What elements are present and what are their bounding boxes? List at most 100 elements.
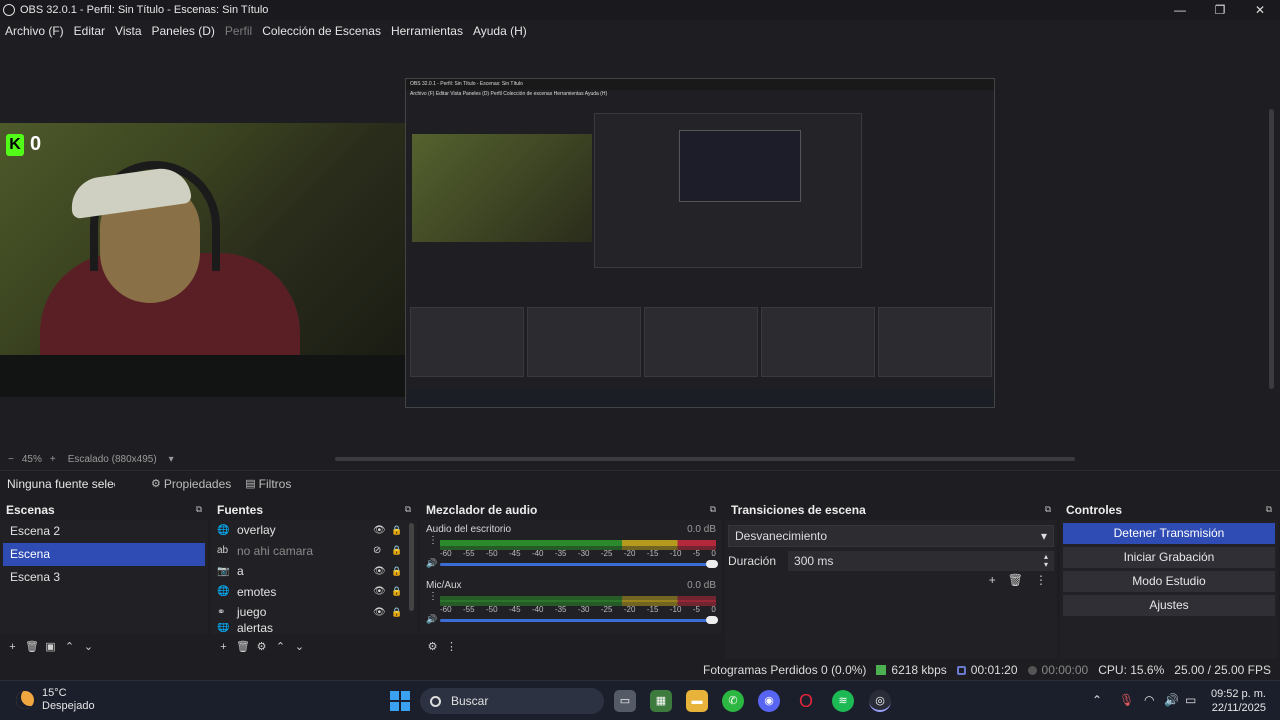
zoom-out-button[interactable]: −	[8, 454, 14, 465]
eye-hidden-icon[interactable]: ⊘	[373, 545, 381, 556]
move-up-icon[interactable]: ⌃	[63, 640, 76, 653]
record-time-value: 00:00:00	[1041, 663, 1089, 677]
undock-icon[interactable]: ⧉	[710, 504, 716, 515]
slider-knob[interactable]	[706, 616, 718, 624]
lock-icon[interactable]: 🔒	[391, 607, 402, 618]
windows-start-icon[interactable]	[390, 691, 410, 711]
sources-scrollbar[interactable]	[409, 523, 414, 611]
menu-archivo[interactable]: Archivo (F)	[5, 24, 64, 38]
obs-taskbar-icon[interactable]: ◎	[869, 690, 891, 712]
preview-canvas[interactable]: K 0 OBS 32.0.1 - Perfil: Sin Título - Es…	[0, 41, 1280, 451]
advanced-audio-icon[interactable]: ⚙	[426, 640, 439, 653]
volume-slider[interactable]	[440, 616, 718, 624]
eye-icon[interactable]: 👁	[373, 607, 386, 618]
preview-horizontal-scrollbar[interactable]	[335, 457, 1075, 461]
undock-icon[interactable]: ⧉	[196, 504, 202, 515]
mixer-menu-icon[interactable]: ⋮	[445, 640, 458, 653]
spotify-icon[interactable]: ≋	[832, 690, 854, 712]
menu-ayuda[interactable]: Ayuda (H)	[473, 24, 527, 38]
task-view-icon[interactable]: ▭	[614, 690, 636, 712]
source-item[interactable]: ab no ahi camara ⊘ 🔒	[211, 541, 417, 562]
slider-knob[interactable]	[706, 560, 718, 568]
battery-icon[interactable]: ▭	[1185, 693, 1196, 707]
menu-paneles[interactable]: Paneles (D)	[152, 24, 215, 38]
clock[interactable]: 09:52 p. m. 22/11/2025	[1211, 687, 1266, 715]
source-item[interactable]: 🌐 emotes 👁 🔒	[211, 582, 417, 603]
duration-input[interactable]: 300 ms ▴ ▾	[788, 551, 1054, 571]
wifi-icon[interactable]: ◠	[1144, 693, 1154, 707]
spinner-icon[interactable]: ▴ ▾	[1044, 553, 1048, 569]
source-item[interactable]: ⚭ juego 👁 🔒	[211, 602, 417, 623]
stream-time: 00:01:20	[956, 663, 1018, 677]
close-button[interactable]: ✕	[1240, 0, 1280, 20]
lock-icon[interactable]: 🔒	[391, 545, 402, 556]
start-recording-button[interactable]: Iniciar Grabación	[1063, 547, 1275, 568]
discord-icon[interactable]: ◉	[758, 690, 780, 712]
menu-herramientas[interactable]: Herramientas	[391, 24, 463, 38]
scene-item[interactable]: Escena 2	[3, 520, 205, 543]
lock-icon[interactable]: 🔒	[391, 566, 402, 577]
source-item[interactable]: 🌐 alertas	[211, 623, 417, 633]
speaker-icon[interactable]: 🔊	[426, 614, 437, 625]
add-transition-icon[interactable]: +	[989, 573, 996, 587]
delete-transition-icon[interactable]: 🗑	[1008, 573, 1023, 587]
scene-item-selected[interactable]: Escena	[3, 543, 205, 566]
stop-streaming-button[interactable]: Detener Transmisión	[1063, 523, 1275, 544]
kebab-menu-icon[interactable]: ⋮	[428, 536, 438, 546]
undock-icon[interactable]: ⧉	[405, 504, 411, 515]
lock-icon[interactable]: 🔒	[391, 586, 402, 597]
scale-tick: -50	[485, 605, 498, 614]
network-status-icon	[876, 665, 887, 675]
taskbar-search[interactable]: Buscar	[420, 688, 604, 714]
minimize-button[interactable]: —	[1160, 0, 1200, 20]
chevron-down-icon: ▾	[1040, 529, 1047, 543]
move-down-icon[interactable]: ⌄	[82, 640, 95, 653]
volume-slider[interactable]	[440, 560, 718, 568]
speaker-icon[interactable]: 🔊	[426, 558, 437, 569]
properties-button[interactable]: ⚙ Propiedades	[151, 477, 231, 491]
kebab-menu-icon[interactable]: ⋮	[428, 592, 438, 602]
menu-editar[interactable]: Editar	[74, 24, 105, 38]
lock-icon[interactable]: 🔒	[391, 525, 402, 536]
delete-scene-icon[interactable]: 🗑	[25, 640, 39, 653]
menu-coleccion-escenas[interactable]: Colección de Escenas	[262, 24, 381, 38]
eye-icon[interactable]: 👁	[373, 586, 386, 597]
minecraft-icon[interactable]: ▦	[650, 690, 672, 712]
scene-filters-icon[interactable]: ▣	[44, 640, 57, 653]
file-explorer-icon[interactable]: ▬	[686, 690, 708, 712]
eye-icon[interactable]: 👁	[373, 566, 386, 577]
studio-mode-button[interactable]: Modo Estudio	[1063, 571, 1275, 592]
zoom-in-button[interactable]: +	[50, 454, 56, 465]
undock-icon[interactable]: ⧉	[1045, 504, 1051, 515]
undock-icon[interactable]: ⧉	[1266, 504, 1272, 515]
opera-icon[interactable]: O	[795, 690, 817, 712]
chevron-down-icon[interactable]: ▾	[169, 454, 174, 465]
microphone-icon[interactable]: 🎙	[1119, 693, 1134, 707]
source-properties-icon[interactable]: ⚙	[255, 640, 268, 653]
add-scene-icon[interactable]: +	[6, 641, 19, 653]
source-item[interactable]: 🌐 overlay 👁 🔒	[211, 520, 417, 541]
scale-tick: -25	[600, 549, 613, 558]
chevron-up-icon[interactable]: ⌃	[1092, 693, 1102, 707]
maximize-button[interactable]: ❐	[1200, 0, 1240, 20]
preview-vertical-scrollbar[interactable]	[1269, 109, 1274, 389]
add-source-icon[interactable]: +	[217, 641, 230, 653]
transition-select[interactable]: Desvanecimiento ▾	[728, 525, 1054, 547]
scene-item[interactable]: Escena 3	[3, 566, 205, 589]
delete-source-icon[interactable]: 🗑	[236, 640, 250, 653]
settings-button[interactable]: Ajustes	[1063, 595, 1275, 616]
volume-icon[interactable]: 🔊	[1164, 693, 1179, 707]
move-down-icon[interactable]: ⌄	[293, 640, 306, 653]
eye-icon[interactable]: 👁	[373, 525, 386, 536]
search-label: Buscar	[451, 694, 489, 708]
filters-button[interactable]: ▤ Filtros	[245, 477, 291, 491]
weather-widget[interactable]: 15°C Despejado	[16, 687, 95, 713]
audio-mixer-dock: Mezclador de audio ⧉ Audio del escritorio…	[420, 499, 722, 659]
source-item[interactable]: 📷 a 👁 🔒	[211, 561, 417, 582]
move-up-icon[interactable]: ⌃	[274, 640, 287, 653]
menu-vista[interactable]: Vista	[115, 24, 141, 38]
audio-channel-mic: Mic/Aux 0.0 dB ⋮ -60 -55 -50 -45 -40 -35 -30 -25…	[420, 576, 722, 632]
whatsapp-icon[interactable]: ✆	[722, 690, 744, 712]
menu-perfil[interactable]: Perfil	[225, 24, 252, 38]
transition-menu-icon[interactable]: ⋮	[1035, 573, 1047, 587]
